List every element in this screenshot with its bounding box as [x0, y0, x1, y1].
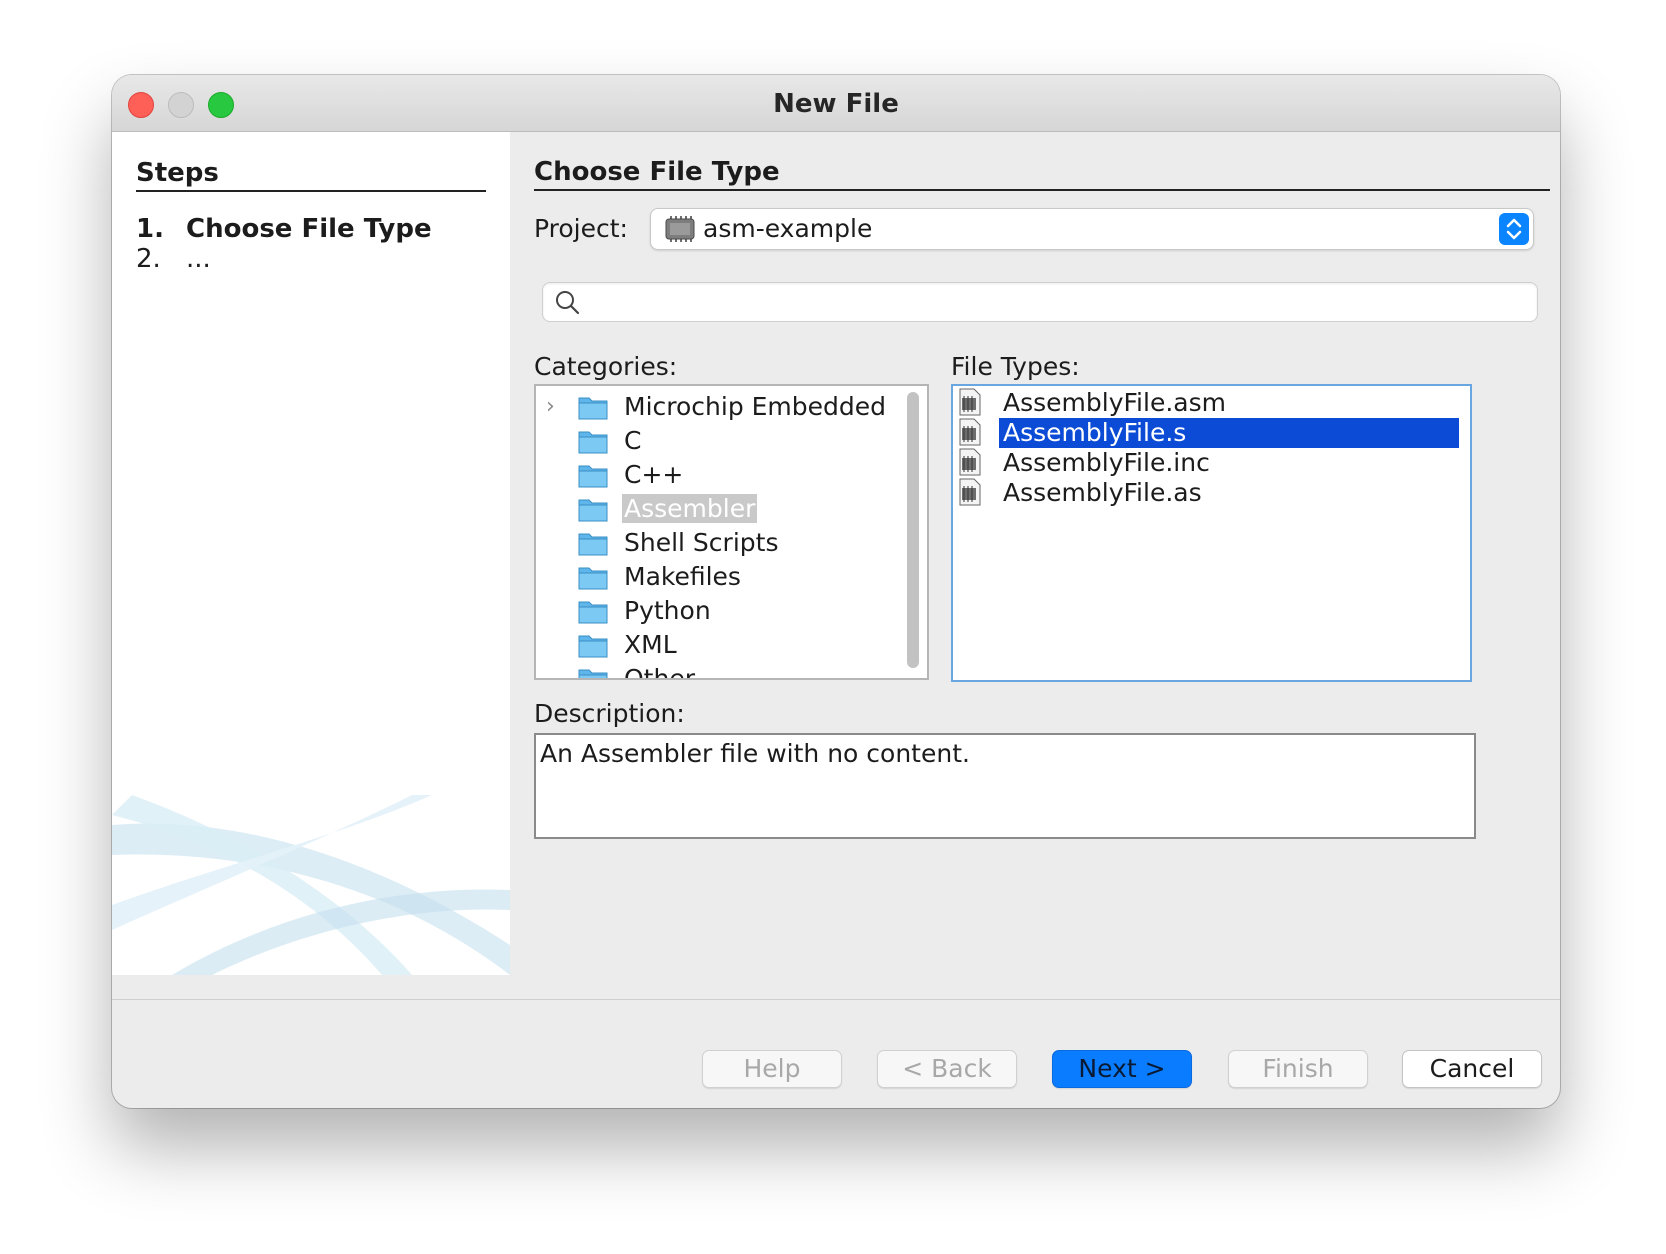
- project-value: asm-example: [703, 214, 873, 243]
- file-type-label: AssemblyFile.s: [999, 418, 1459, 448]
- project-select[interactable]: asm-example: [650, 208, 1534, 250]
- decorative-swoosh-graphic: [112, 795, 510, 975]
- search-input[interactable]: [542, 282, 1538, 322]
- category-label: Python: [624, 596, 711, 625]
- category-item-makefiles[interactable]: Makefiles: [536, 560, 896, 594]
- category-label: C++: [624, 460, 684, 489]
- assembly-file-icon: [959, 478, 981, 506]
- content-heading: Choose File Type: [534, 157, 1550, 191]
- folder-icon: [578, 499, 608, 522]
- folder-icon: [578, 601, 608, 624]
- file-type-label: AssemblyFile.asm: [1003, 388, 1226, 417]
- assembly-file-icon: [959, 388, 981, 416]
- category-item-xml[interactable]: XML: [536, 628, 896, 662]
- category-label: XML: [624, 630, 677, 659]
- category-label: Makefiles: [624, 562, 741, 591]
- step-label: Choose File Type: [186, 214, 432, 244]
- new-file-dialog: New File Steps 1. Choose File Type 2.... …: [112, 75, 1560, 1108]
- category-item-shell-scripts[interactable]: Shell Scripts: [536, 526, 896, 560]
- folder-icon: [578, 635, 608, 658]
- assembly-file-icon: [959, 418, 981, 446]
- search-icon: [556, 291, 580, 315]
- project-label: Project:: [534, 214, 628, 243]
- description-label: Description:: [534, 699, 685, 728]
- help-button[interactable]: Help: [702, 1050, 842, 1088]
- title-bar[interactable]: New File: [112, 75, 1560, 132]
- step-item-2: 2....: [136, 244, 211, 274]
- assembly-file-icon: [959, 448, 981, 476]
- file-types-list[interactable]: AssemblyFile.asm AssemblyFile.s Assembly…: [951, 384, 1472, 682]
- folder-icon: [578, 669, 608, 678]
- folder-icon: [578, 431, 608, 454]
- step-number: 2.: [136, 244, 161, 274]
- chip-project-icon: [665, 216, 695, 242]
- file-type-label: AssemblyFile.inc: [1003, 448, 1210, 477]
- folder-icon: [578, 465, 608, 488]
- step-label: ...: [186, 244, 211, 274]
- file-types-label: File Types:: [951, 352, 1080, 381]
- description-box: An Assembler file with no content.: [534, 733, 1476, 839]
- category-label: C: [624, 426, 642, 455]
- file-type-label: AssemblyFile.as: [1003, 478, 1202, 507]
- category-item-c[interactable]: C: [536, 424, 896, 458]
- folder-icon: [578, 397, 608, 420]
- step-item-1: 1. Choose File Type: [136, 214, 432, 244]
- steps-heading: Steps: [136, 158, 486, 192]
- category-item-assembler[interactable]: Assembler: [536, 492, 896, 526]
- categories-scrollbar[interactable]: [907, 392, 919, 668]
- category-label: Shell Scripts: [624, 528, 779, 557]
- step-number: 1.: [136, 214, 164, 244]
- category-label: Assembler: [622, 494, 758, 523]
- description-text: An Assembler file with no content.: [540, 739, 970, 768]
- categories-label: Categories:: [534, 352, 678, 381]
- file-type-item-asm[interactable]: AssemblyFile.asm: [953, 388, 1470, 418]
- footer-divider: [112, 999, 1560, 1000]
- next-button[interactable]: Next >: [1052, 1050, 1192, 1088]
- category-item-python[interactable]: Python: [536, 594, 896, 628]
- file-type-item-s[interactable]: AssemblyFile.s: [953, 418, 1470, 448]
- window-title: New File: [773, 89, 899, 119]
- finish-button[interactable]: Finish: [1228, 1050, 1368, 1088]
- category-label: Microchip Embedded: [624, 392, 887, 421]
- back-button[interactable]: < Back: [877, 1050, 1017, 1088]
- steps-panel: Steps 1. Choose File Type 2....: [112, 132, 510, 975]
- category-item-other[interactable]: Other: [536, 662, 896, 680]
- category-label: Other: [624, 664, 695, 680]
- category-item-cpp[interactable]: C++: [536, 458, 896, 492]
- category-item-microchip-embedded[interactable]: › Microchip Embedded: [536, 390, 896, 424]
- chevron-right-icon[interactable]: ›: [546, 394, 555, 419]
- cancel-button[interactable]: Cancel: [1402, 1050, 1542, 1088]
- folder-icon: [578, 567, 608, 590]
- chevron-up-down-icon[interactable]: [1499, 213, 1529, 245]
- file-type-item-inc[interactable]: AssemblyFile.inc: [953, 448, 1470, 478]
- folder-icon: [578, 533, 608, 556]
- file-type-item-as[interactable]: AssemblyFile.as: [953, 478, 1470, 508]
- categories-list[interactable]: › Microchip Embedded C C++ Assembler She…: [534, 384, 929, 680]
